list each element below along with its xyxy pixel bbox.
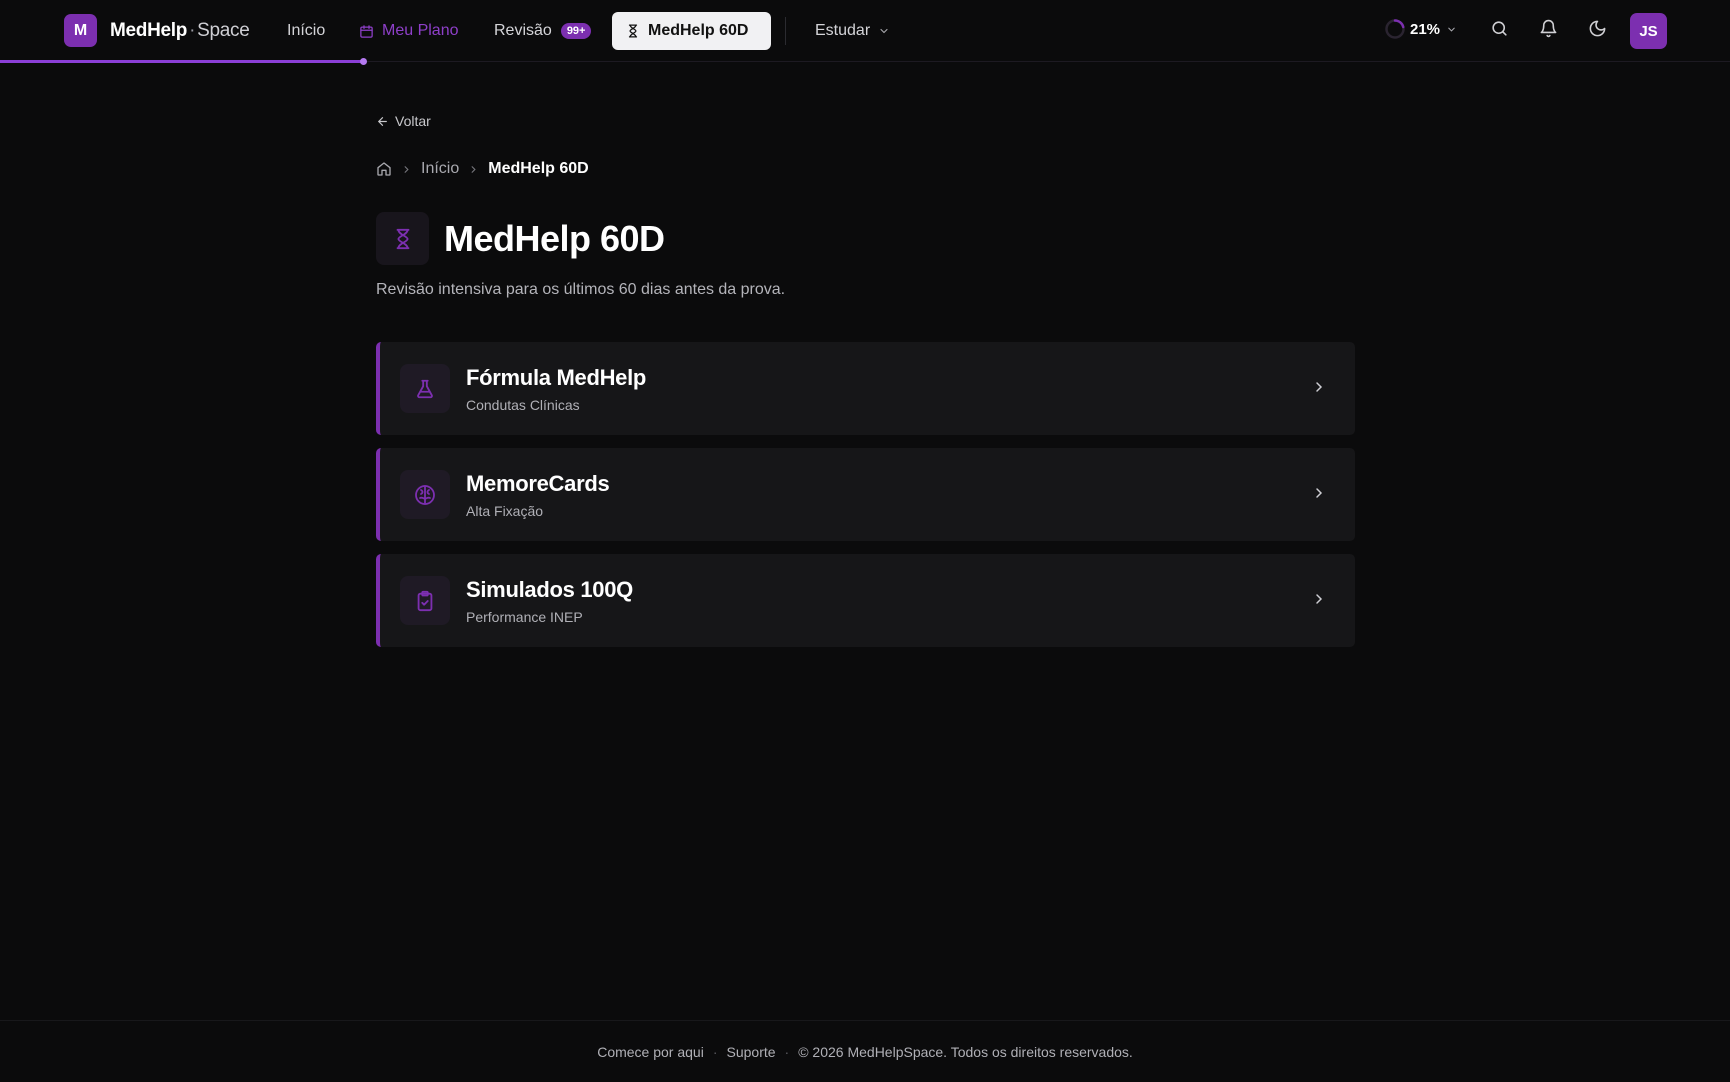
back-label: Voltar [395, 113, 431, 129]
nav-revisao[interactable]: Revisão 99+ [480, 12, 605, 50]
brand-name-dot: · [189, 19, 196, 41]
footer-copyright: © 2026 MedHelpSpace. Todos os direitos r… [798, 1043, 1133, 1060]
module-card-title: Fórmula MedHelp [466, 364, 647, 390]
module-list: Fórmula MedHelp Condutas Clínicas Memore… [376, 342, 1355, 660]
page-header: MedHelp 60D [376, 212, 665, 265]
progress-dropdown[interactable]: 21% [1384, 18, 1457, 40]
breadcrumb: Início MedHelp 60D [376, 160, 589, 178]
user-avatar[interactable]: JS [1630, 13, 1667, 49]
module-card-subtitle: Performance INEP [466, 608, 583, 625]
footer-support-link[interactable]: Suporte [727, 1044, 776, 1060]
home-icon[interactable] [376, 161, 392, 177]
footer: Comece por aqui · Suporte · © 2026 MedHe… [0, 1020, 1730, 1082]
module-card-subtitle: Condutas Clínicas [466, 396, 580, 413]
theme-toggle-button[interactable] [1585, 19, 1609, 43]
module-card-title: Simulados 100Q [466, 576, 633, 602]
chevron-down-icon [878, 25, 890, 37]
search-icon [1490, 19, 1509, 43]
footer-separator: · [712, 1043, 718, 1060]
page-title: MedHelp 60D [444, 217, 665, 259]
brand-name-light: Space [197, 19, 250, 41]
back-link[interactable]: Voltar [376, 113, 431, 129]
progress-ring-icon [1384, 18, 1406, 40]
hourglass-icon [376, 212, 429, 265]
footer-start-link[interactable]: Comece por aqui [597, 1044, 704, 1060]
progress-percent: 21% [1410, 20, 1441, 38]
brand-name-bold: MedHelp [110, 19, 188, 41]
nav-medhelp60d[interactable]: MedHelp 60D [612, 12, 771, 50]
nav-medhelp60d-label: MedHelp 60D [648, 22, 749, 39]
calendar-icon [359, 24, 374, 39]
brain-icon [400, 470, 450, 519]
brand-name: MedHelp · Space [110, 19, 250, 42]
chevron-right-icon [1311, 485, 1327, 501]
module-card-title: MemoreCards [466, 470, 610, 496]
notifications-button[interactable] [1536, 19, 1560, 43]
nav-inicio[interactable]: Início [273, 12, 339, 50]
flask-icon [400, 364, 450, 413]
arrow-left-icon [376, 115, 389, 128]
nav-meu-plano[interactable]: Meu Plano [345, 12, 473, 50]
chevron-right-icon [468, 164, 479, 175]
page-subtitle: Revisão intensiva para os últimos 60 dia… [376, 281, 786, 298]
breadcrumb-current: MedHelp 60D [488, 160, 589, 177]
chevron-right-icon [401, 164, 412, 175]
nav-estudar-dropdown[interactable]: Estudar [801, 12, 904, 50]
nav-inicio-label: Início [287, 22, 326, 39]
nav-meu-plano-label: Meu Plano [382, 22, 459, 39]
chevron-right-icon [1311, 379, 1327, 395]
footer-separator: · [784, 1043, 790, 1060]
module-card-memorecards[interactable]: MemoreCards Alta Fixação [376, 448, 1355, 541]
nav-divider [785, 17, 786, 45]
brand-logo[interactable]: M MedHelp · Space [64, 14, 250, 47]
page-progress-handle [360, 58, 368, 65]
chevron-right-icon [1311, 591, 1327, 607]
clipboard-check-icon [400, 576, 450, 625]
page-progress-bar [0, 58, 1730, 65]
moon-icon [1588, 19, 1607, 43]
top-navbar: M MedHelp · Space Início Meu Plano Revisão… [0, 0, 1730, 65]
module-card-subtitle: Alta Fixação [466, 502, 544, 519]
page-progress-fill [0, 60, 364, 63]
nav-revisao-label: Revisão [494, 22, 552, 39]
chevron-down-icon [1446, 24, 1457, 35]
hourglass-icon [626, 23, 640, 39]
revisao-count-badge: 99+ [560, 23, 592, 39]
module-card-simulados[interactable]: Simulados 100Q Performance INEP [376, 554, 1355, 647]
module-card-formula[interactable]: Fórmula MedHelp Condutas Clínicas [376, 342, 1355, 435]
logo-mark: M [64, 14, 97, 47]
bell-icon [1539, 19, 1558, 43]
nav-estudar-label: Estudar [815, 22, 871, 39]
search-button[interactable] [1487, 19, 1511, 43]
breadcrumb-home-link[interactable]: Início [421, 160, 459, 178]
